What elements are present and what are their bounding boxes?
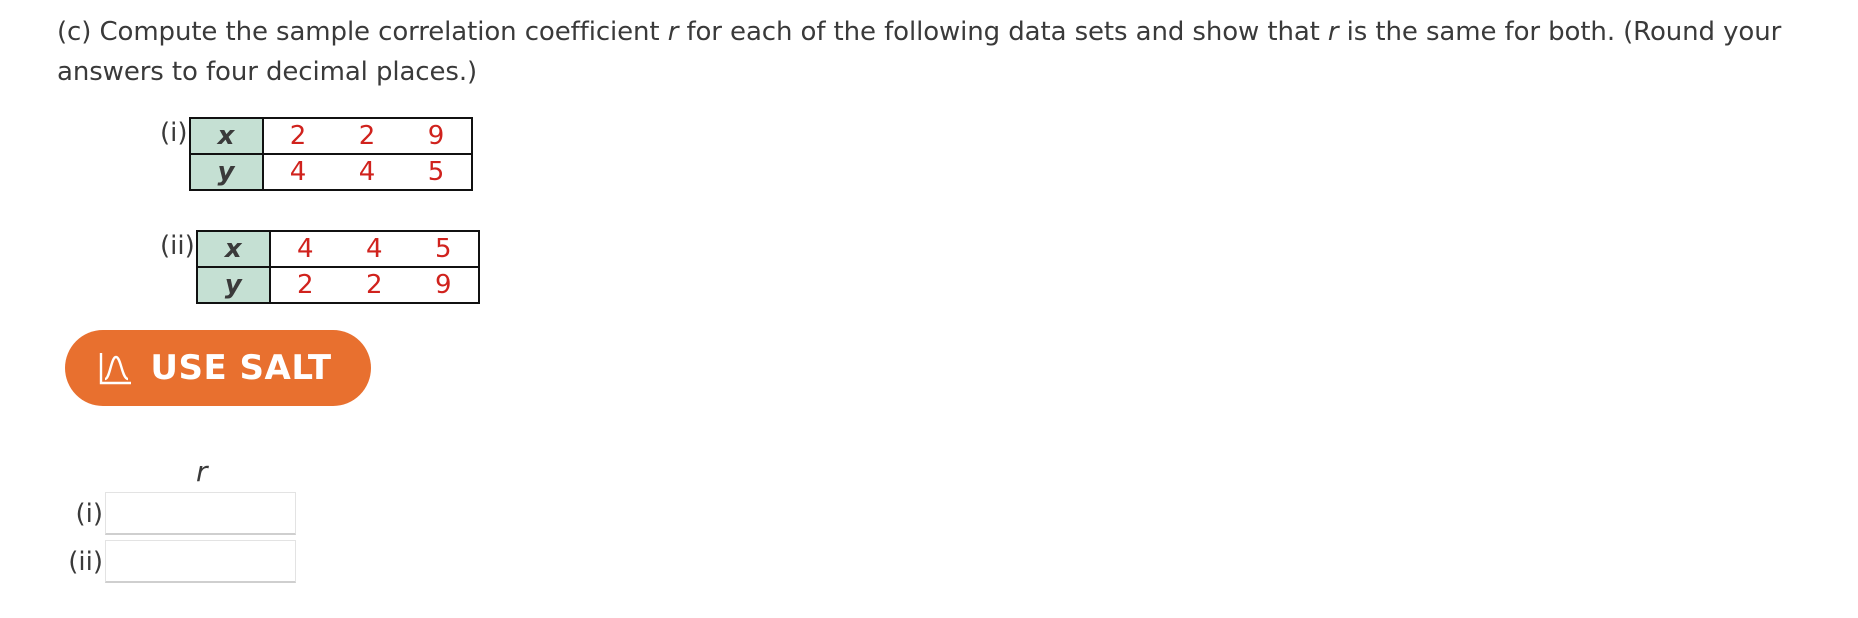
answer-label: (ii) bbox=[68, 546, 103, 577]
value-cell: 4 bbox=[296, 234, 314, 264]
dataset-label: (i) bbox=[160, 118, 188, 148]
table-row: y 2 2 9 bbox=[196, 266, 479, 303]
variable-cell: x bbox=[196, 231, 271, 267]
value-cell: 5 bbox=[434, 234, 452, 264]
variable-cell: y bbox=[196, 266, 271, 303]
table-row: y 4 4 5 bbox=[189, 153, 472, 190]
bell-curve-icon bbox=[100, 353, 132, 385]
value-cell: 4 bbox=[332, 153, 402, 190]
dataset-i: (i) x 2 2 9 y 4 4 5 bbox=[160, 117, 473, 191]
value-cell: 5 bbox=[401, 153, 472, 190]
dataset-label: (ii) bbox=[160, 231, 195, 261]
data-table: x 2 2 9 y 4 4 5 bbox=[188, 117, 473, 191]
value-cell: 2 bbox=[339, 266, 409, 303]
variable-r: r bbox=[1327, 17, 1339, 47]
dataset-ii: (ii) x 4 4 5 y 2 2 9 bbox=[160, 230, 480, 304]
use-salt-button[interactable]: USE SALT bbox=[65, 330, 371, 406]
variable-r: r bbox=[667, 17, 679, 47]
value-cell: 2 bbox=[289, 121, 307, 151]
answer-column-header: r bbox=[196, 455, 208, 488]
table-row: x 2 2 9 bbox=[189, 118, 472, 154]
value-cell: 9 bbox=[427, 121, 445, 151]
value-cell: 9 bbox=[408, 266, 479, 303]
r-answer-input-ii[interactable] bbox=[105, 540, 296, 583]
variable-cell: x bbox=[189, 118, 264, 154]
question-part: (c) bbox=[57, 17, 92, 47]
r-answer-input-i[interactable] bbox=[105, 492, 296, 535]
value-cell: 4 bbox=[262, 153, 333, 190]
question-text-1: Compute the sample correlation coefficie… bbox=[99, 17, 668, 47]
value-cell: 2 bbox=[269, 266, 340, 303]
table-row: x 4 4 5 bbox=[196, 231, 479, 267]
use-salt-label: USE SALT bbox=[150, 348, 332, 388]
question-text: (c) Compute the sample correlation coeff… bbox=[57, 12, 1837, 92]
value-cell: 2 bbox=[358, 121, 376, 151]
answer-label: (i) bbox=[75, 498, 103, 529]
data-table: x 4 4 5 y 2 2 9 bbox=[195, 230, 480, 304]
answer-row-ii: (ii) bbox=[50, 540, 296, 583]
answer-row-i: (i) bbox=[50, 492, 296, 535]
variable-cell: y bbox=[189, 153, 264, 190]
value-cell: 4 bbox=[365, 234, 383, 264]
question-text-2: for each of the following data sets and … bbox=[678, 17, 1328, 47]
